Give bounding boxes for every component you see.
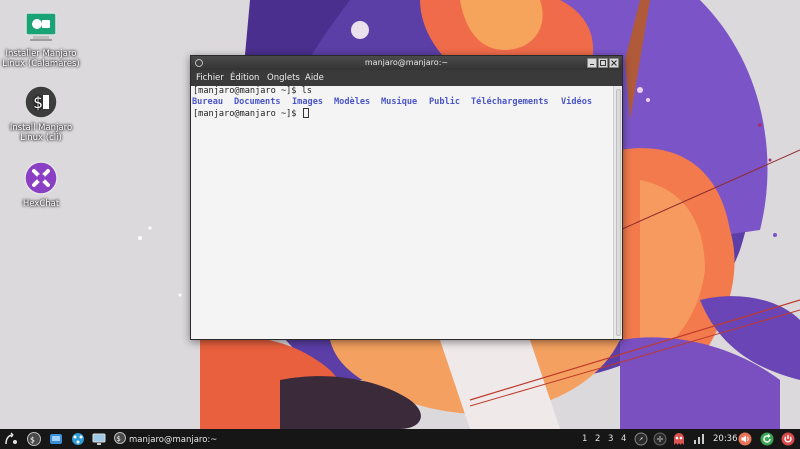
workspace-3[interactable]: 3 [608,432,613,446]
workspace-2[interactable]: 2 [595,432,600,446]
menu-fichier[interactable]: Fichier [196,72,224,84]
hexchat-icon [23,160,59,196]
volume-icon[interactable] [738,432,752,446]
task-label: manjaro@manjaro:~ [129,435,218,445]
network-status-icon[interactable] [692,432,706,446]
prompt-line: [manjaro@manjaro ~]$ [193,108,309,119]
svg-text:$: $ [30,436,35,445]
taskbar-task-terminal[interactable]: $ manjaro@manjaro:~ [114,432,217,446]
dir-entry: Modèles [334,97,371,107]
update-icon[interactable] [760,432,774,446]
menu-bar: Fichier Édition Onglets Aide [191,70,622,86]
dir-entry: Vidéos [561,97,593,107]
clock[interactable]: 20:36 [713,432,738,446]
terminal-task-icon: $ [114,432,126,444]
desktop-icon-install-cli[interactable]: $ Install Manjaro Linux (cli) [0,84,82,143]
terminal-output[interactable]: [manjaro@manjaro ~]$ ls Bureau Documents… [191,86,622,339]
desktop-icon-hexchat[interactable]: HexChat [0,160,82,209]
compass-icon[interactable] [634,432,648,446]
desktop-icon-label: Installer Manjaro Linux (Calamares) [2,49,80,69]
window-title: manjaro@manjaro:~ [364,58,449,67]
svg-text:$: $ [33,93,43,112]
terminal-launcher-icon[interactable]: $ [27,432,41,446]
window-titlebar[interactable]: manjaro@manjaro:~ [191,56,622,70]
terminal-scrollbar[interactable] [613,86,622,339]
dir-entry: Téléchargements [471,97,549,107]
menu-aide[interactable]: Aide [305,72,324,84]
text-cursor [302,108,309,118]
desktop-icon-installer-calamares[interactable]: Installer Manjaro Linux (Calamares) [0,10,82,69]
files-launcher-icon[interactable] [49,432,63,446]
dir-entry: Images [292,97,324,107]
network-launcher-icon[interactable] [71,432,85,446]
gamepad-icon[interactable] [653,432,667,446]
dir-entry: Public [429,97,461,107]
taskbar: $ $ manjaro@manjaro:~ 1 2 3 4 20:36 [0,429,800,449]
dir-entry: Documents [234,97,281,107]
display-launcher-icon[interactable] [92,432,106,446]
terminal-window[interactable]: manjaro@manjaro:~ Fichier Édition Onglet… [190,55,623,340]
application-menu-icon[interactable] [4,432,18,446]
window-menu-icon[interactable] [195,59,203,67]
maximize-icon[interactable] [598,58,608,68]
desktop-icon-label: Install Manjaro Linux (cli) [9,123,73,143]
close-icon[interactable] [609,58,619,68]
pacman-ghost-icon[interactable] [672,432,686,446]
svg-text:$: $ [117,435,121,443]
prompt-text: [manjaro@manjaro ~]$ [193,109,302,119]
terminal-dollar-icon: $ [23,84,59,120]
command-line-ls: [manjaro@manjaro ~]$ ls [193,86,312,96]
workspace-1[interactable]: 1 [582,432,587,446]
minimize-icon[interactable] [587,58,597,68]
scrollbar-thumb[interactable] [616,89,621,336]
menu-onglets[interactable]: Onglets [267,72,300,84]
dir-entry: Bureau [192,97,224,107]
installer-icon [23,10,59,46]
menu-edition[interactable]: Édition [230,72,259,84]
dir-entry: Musique [381,97,418,107]
workspace-4[interactable]: 4 [621,432,626,446]
desktop-icon-label: HexChat [22,199,60,209]
power-icon[interactable] [781,432,795,446]
